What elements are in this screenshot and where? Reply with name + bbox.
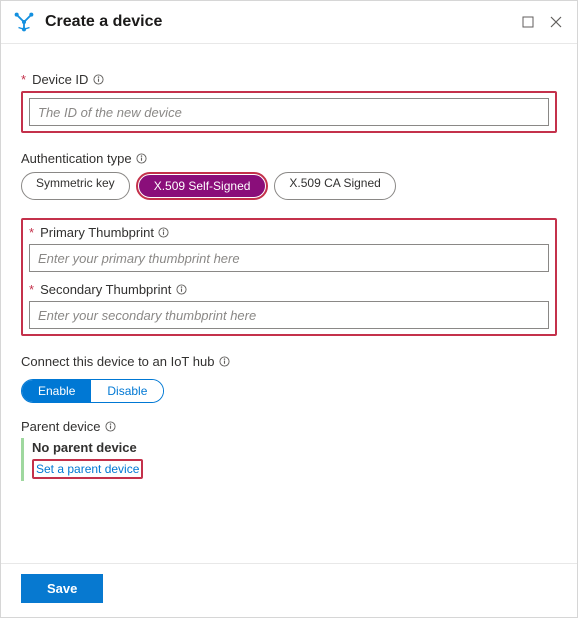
parent-device-current: No parent device (32, 440, 557, 455)
panel-title: Create a device (45, 13, 509, 31)
primary-thumbprint-input[interactable] (29, 244, 549, 272)
close-button[interactable] (547, 13, 565, 31)
iot-hub-disable[interactable]: Disable (91, 380, 163, 402)
auth-type-label: Authentication type (21, 151, 557, 166)
info-icon[interactable] (105, 421, 117, 433)
iot-hub-icon (13, 11, 35, 33)
info-icon[interactable] (175, 284, 187, 296)
auth-option-x509-self[interactable]: X.509 Self-Signed (139, 175, 266, 197)
panel-header: Create a device (1, 1, 577, 44)
info-icon[interactable] (218, 356, 230, 368)
auth-option-highlight: X.509 Self-Signed (136, 172, 269, 200)
parent-device-label: Parent device (21, 419, 557, 434)
device-id-input[interactable] (29, 98, 549, 126)
info-icon[interactable] (158, 227, 170, 239)
auth-option-symmetric[interactable]: Symmetric key (21, 172, 130, 200)
primary-thumbprint-label: * Primary Thumbprint (29, 225, 549, 240)
required-marker: * (21, 72, 26, 87)
required-marker: * (29, 282, 34, 297)
set-parent-highlight: Set a parent device (32, 459, 143, 479)
device-id-label: * Device ID (21, 72, 557, 87)
maximize-button[interactable] (519, 13, 537, 31)
info-icon[interactable] (136, 153, 148, 165)
device-id-highlight (21, 91, 557, 133)
iot-hub-enable[interactable]: Enable (22, 380, 91, 402)
create-device-panel: Create a device * Device ID Authenticati… (0, 0, 578, 618)
auth-option-x509-ca[interactable]: X.509 CA Signed (274, 172, 395, 200)
iot-hub-label: Connect this device to an IoT hub (21, 354, 557, 369)
secondary-thumbprint-label: * Secondary Thumbprint (29, 282, 549, 297)
panel-content: * Device ID Authentication type Symmetri… (1, 44, 577, 563)
save-button[interactable]: Save (21, 574, 103, 603)
auth-type-options: Symmetric key X.509 Self-Signed X.509 CA… (21, 172, 557, 200)
info-icon[interactable] (92, 74, 104, 86)
thumbprints-highlight: * Primary Thumbprint * Secondary Thumbpr… (21, 218, 557, 336)
required-marker: * (29, 225, 34, 240)
panel-footer: Save (1, 563, 577, 617)
parent-device-section: Parent device No parent device Set a par… (21, 419, 557, 481)
parent-device-body: No parent device Set a parent device (21, 438, 557, 481)
set-parent-link[interactable]: Set a parent device (34, 461, 141, 477)
iot-hub-toggle: Enable Disable (21, 379, 164, 403)
secondary-thumbprint-input[interactable] (29, 301, 549, 329)
